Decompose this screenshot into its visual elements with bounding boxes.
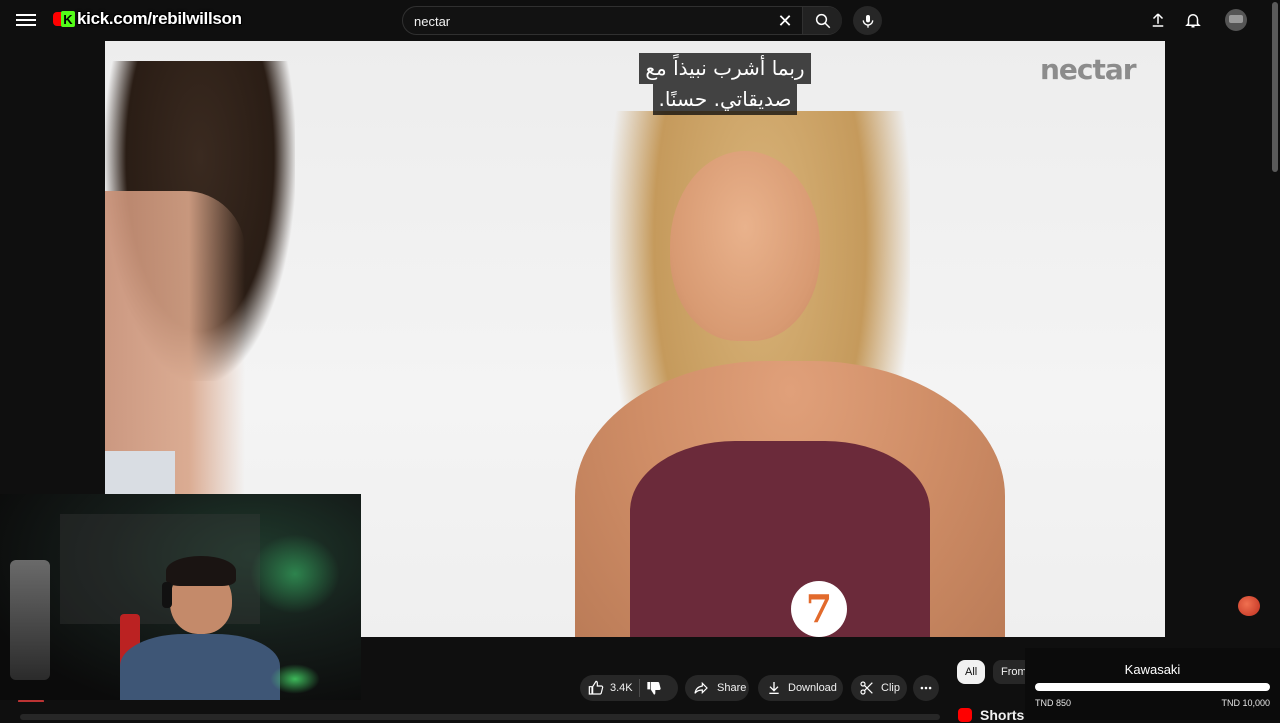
headset-icon bbox=[162, 582, 172, 608]
clip-button[interactable]: Clip bbox=[851, 675, 907, 701]
thumbs-up-icon bbox=[588, 680, 604, 695]
upload-icon[interactable] bbox=[1148, 10, 1168, 30]
video-person-top bbox=[630, 441, 930, 637]
search-box: ✕ bbox=[402, 6, 842, 35]
video-person-face bbox=[670, 151, 820, 341]
top-bar: K kick.com/rebilwillson ✕ bbox=[0, 0, 1280, 172]
description-bar bbox=[20, 714, 940, 720]
like-button[interactable]: 3.4K bbox=[580, 680, 633, 696]
goal-title: Kawasaki bbox=[1124, 662, 1181, 677]
search-button[interactable] bbox=[802, 7, 842, 34]
dislike-button[interactable] bbox=[646, 680, 662, 696]
subtitle-line: صديقاتي. حسنًا. bbox=[652, 84, 798, 115]
share-icon bbox=[694, 681, 708, 695]
like-count: 3.4K bbox=[610, 682, 633, 694]
kick-logo-icon: K bbox=[61, 11, 75, 27]
menu-icon[interactable] bbox=[16, 11, 36, 29]
shorts-label: Shorts bbox=[980, 707, 1025, 723]
scissors-icon bbox=[860, 681, 873, 695]
close-icon[interactable]: ✕ bbox=[775, 11, 795, 31]
download-button[interactable]: Download bbox=[758, 675, 843, 701]
subtitles: ربما أشرب نبيذاً مع صديقاتي. حسنًا. bbox=[635, 53, 815, 115]
avatar[interactable] bbox=[1225, 9, 1247, 31]
bell-icon[interactable] bbox=[1183, 10, 1203, 30]
more-actions-button[interactable] bbox=[913, 675, 939, 701]
mic-icon bbox=[862, 14, 873, 28]
webcam-mic-stand bbox=[10, 560, 50, 680]
logo-text: kick.com/rebilwillson bbox=[77, 9, 242, 28]
thumbs-down-icon bbox=[646, 682, 661, 695]
scrollbar[interactable] bbox=[1272, 2, 1278, 172]
logo[interactable]: K kick.com/rebilwillson bbox=[53, 9, 242, 29]
subtitle-line: ربما أشرب نبيذاً مع bbox=[639, 53, 811, 84]
goal-max-label: TND 10,000 bbox=[1221, 698, 1270, 708]
search-icon bbox=[815, 13, 830, 28]
search-input[interactable] bbox=[414, 11, 764, 31]
webcam-glow bbox=[270, 664, 320, 694]
download-icon bbox=[769, 682, 779, 694]
webcam-overlay bbox=[0, 494, 361, 700]
number-badge: 7 bbox=[791, 581, 847, 637]
share-label: Share bbox=[717, 682, 747, 694]
share-button[interactable]: Share bbox=[685, 675, 749, 701]
like-dislike-group: 3.4K bbox=[580, 675, 678, 701]
chip-all[interactable]: All bbox=[957, 660, 986, 684]
download-label: Download bbox=[788, 682, 837, 694]
goal-widget: Kawasaki TND 850 TND 10,000 bbox=[1025, 648, 1280, 720]
goal-progress-bar bbox=[1035, 683, 1270, 691]
streamer-hair bbox=[166, 556, 236, 586]
webcam-light bbox=[250, 534, 340, 614]
shorts-header[interactable]: Shorts bbox=[958, 707, 1024, 723]
goal-min-label: TND 850 bbox=[1035, 698, 1072, 708]
streamer-body bbox=[120, 634, 280, 700]
brand-watermark: nectar bbox=[1040, 53, 1137, 86]
clip-label: Clip bbox=[881, 682, 900, 694]
voice-search-button[interactable] bbox=[853, 6, 882, 35]
divider bbox=[638, 679, 640, 697]
cherry-icon bbox=[1238, 596, 1260, 616]
more-horizontal-icon bbox=[920, 686, 932, 690]
